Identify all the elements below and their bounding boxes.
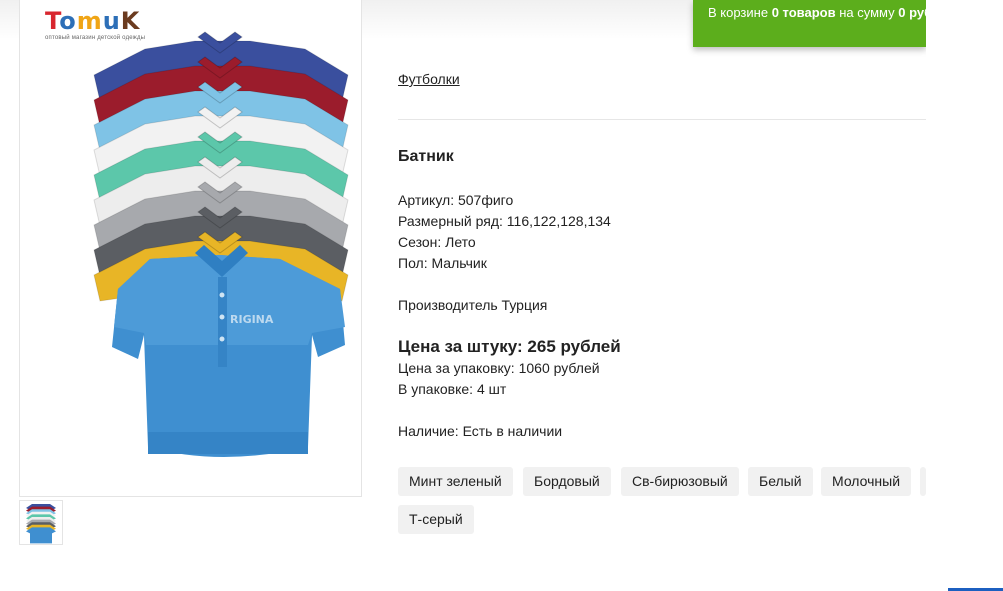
gender-text: Пол: Мальчик: [398, 255, 487, 271]
product-title: Батник: [398, 148, 454, 165]
stacked-shirts-photo: RIGINA: [93, 31, 349, 457]
pack-price: Цена за упаковку: 1060 рублей: [398, 360, 600, 376]
page: TomuK оптовый магазин детской одежды RIG…: [0, 0, 1003, 591]
divider: [398, 119, 926, 120]
article-text: Артикул: 507фиго: [398, 192, 514, 208]
pack-quantity: В упаковке: 4 шт: [398, 381, 507, 397]
color-option-burgundy[interactable]: Бордовый: [523, 467, 611, 496]
color-option-white[interactable]: Белый: [748, 467, 813, 496]
color-option-light-turquoise[interactable]: Св-бирюзовый: [621, 467, 739, 496]
shirt-print-text: RIGINA: [230, 313, 274, 326]
page-gutter: [926, 0, 1003, 591]
availability-text: Наличие: Есть в наличии: [398, 423, 563, 439]
color-option-milky[interactable]: Молочный: [821, 467, 912, 496]
category-link[interactable]: Футболки: [398, 71, 460, 87]
size-range-text: Размерный ряд: 116,122,128,134: [398, 213, 611, 229]
cart-summary-bar[interactable]: В корзине 0 товаров на сумму 0 руб: [693, 0, 926, 47]
product-main-image[interactable]: TomuK оптовый магазин детской одежды RIG…: [19, 0, 362, 497]
color-option-dark-grey[interactable]: Т-серый: [398, 505, 474, 534]
thumbnail-shirt: [26, 527, 56, 544]
season-text: Сезон: Лето: [398, 234, 476, 250]
cart-summary-text: В корзине 0 товаров на сумму 0 руб: [708, 5, 926, 20]
unit-price: Цена за штуку: 265 рублей: [398, 337, 621, 356]
manufacturer-text: Производитель Турция: [398, 297, 548, 313]
product-thumbnail[interactable]: [19, 500, 63, 545]
color-option-mint-green[interactable]: Минт зеленый: [398, 467, 513, 496]
thumbnail-image: [26, 504, 56, 544]
